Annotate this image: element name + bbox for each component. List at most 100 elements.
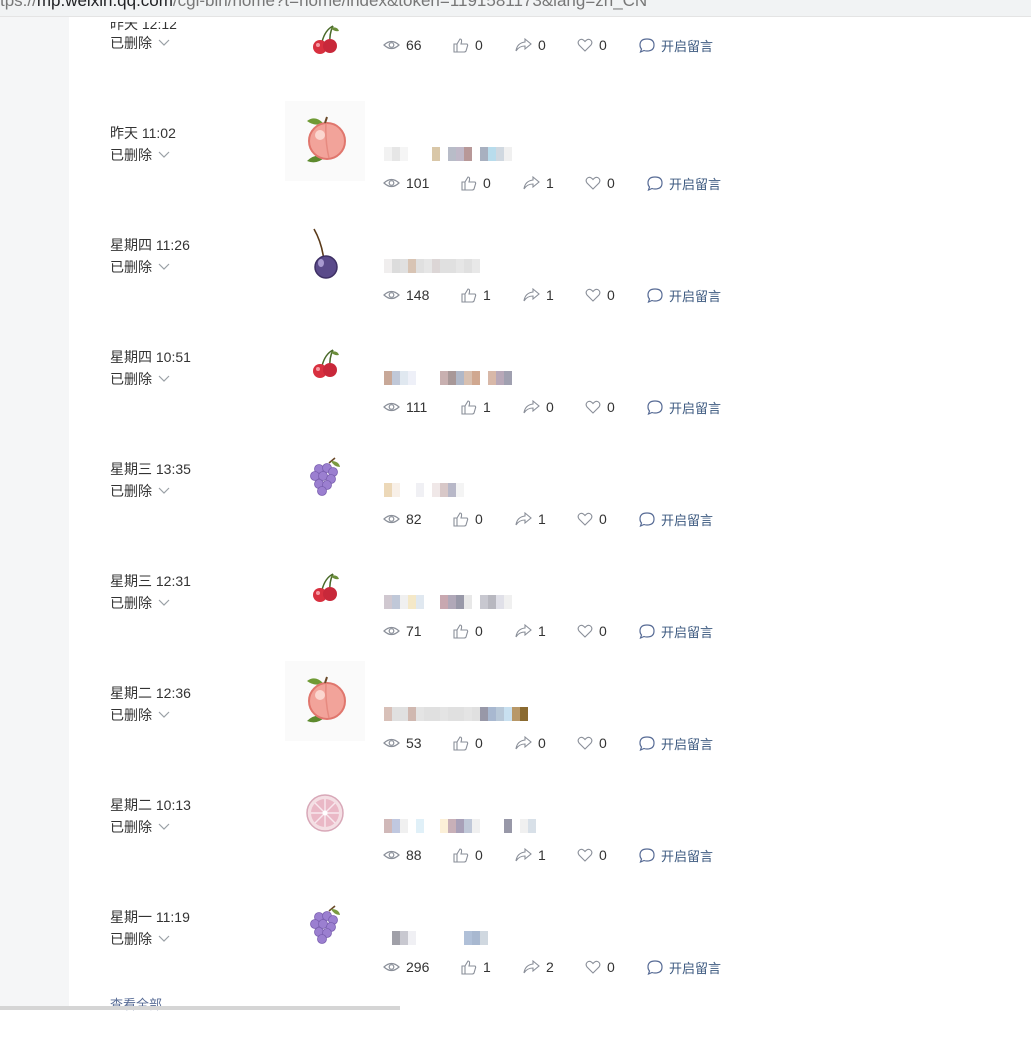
enable-comments-link[interactable]: 开启留言 (639, 846, 713, 865)
enable-comments-link[interactable]: 开启留言 (639, 734, 713, 753)
status-dropdown[interactable]: 已删除 (110, 33, 170, 53)
enable-comments-label: 开启留言 (661, 512, 714, 528)
heart-icon (577, 624, 593, 638)
favorites-count: 0 (599, 847, 607, 863)
enable-comments-label: 开启留言 (661, 848, 714, 864)
shares-stat: 0 (515, 37, 577, 53)
likes-stat: 0 (453, 623, 515, 639)
favorites-count: 0 (607, 399, 615, 415)
views-count: 88 (406, 847, 422, 863)
thumbs-up-icon (461, 175, 477, 191)
horizontal-scrollbar[interactable] (0, 1006, 400, 1010)
list-item: 星期四 10:51 已删除 111 1 0 0 开启留言 (69, 349, 1031, 495)
article-title-redacted[interactable] (384, 371, 512, 385)
status-label: 已删除 (110, 931, 152, 947)
enable-comments-link[interactable]: 开启留言 (639, 36, 713, 55)
views-count: 53 (406, 735, 422, 751)
list-item: 星期二 12:36 已删除 53 0 0 0 开启留言 (69, 661, 1031, 831)
article-title-redacted[interactable] (384, 259, 480, 273)
status-dropdown[interactable]: 已删除 (110, 369, 170, 389)
article-title-redacted[interactable] (384, 483, 464, 497)
chevron-down-icon (158, 151, 170, 158)
enable-comments-link[interactable]: 开启留言 (639, 510, 713, 529)
enable-comments-link[interactable]: 开启留言 (647, 958, 721, 977)
likes-count: 1 (483, 399, 491, 415)
heart-icon (585, 960, 601, 974)
enable-comments-label: 开启留言 (661, 624, 714, 640)
list-item: 昨天 11:02 已删除 101 0 1 0 开启留言 (69, 101, 1031, 271)
article-title-redacted[interactable] (384, 931, 488, 945)
article-thumbnail[interactable] (285, 213, 365, 293)
article-title-redacted[interactable] (384, 819, 536, 833)
status-dropdown[interactable]: 已删除 (110, 593, 170, 613)
favorites-stat: 0 (577, 511, 639, 527)
comment-icon (647, 399, 663, 415)
comment-icon (639, 735, 655, 751)
enable-comments-label: 开启留言 (669, 960, 722, 976)
favorites-stat: 0 (577, 735, 639, 751)
status-dropdown[interactable]: 已删除 (110, 257, 170, 277)
eye-icon (383, 402, 400, 412)
list-item: 星期二 10:13 已删除 88 0 1 0 开启留言 (69, 794, 1031, 943)
list-item: 星期三 13:35 已删除 82 0 1 0 开启留言 (69, 457, 1031, 607)
favorites-stat: 0 (585, 287, 647, 303)
article-title-redacted[interactable] (384, 595, 512, 609)
status-dropdown[interactable]: 已删除 (110, 817, 170, 837)
views-stat: 88 (383, 847, 453, 863)
article-stats: 296 1 2 0 开启留言 (383, 957, 721, 977)
thumbs-up-icon (453, 623, 469, 639)
article-thumbnail[interactable] (285, 325, 365, 405)
article-title-redacted[interactable] (384, 147, 512, 161)
article-thumbnail[interactable] (285, 1, 365, 81)
enable-comments-label: 开启留言 (669, 400, 722, 416)
shares-count: 0 (538, 735, 546, 751)
status-dropdown[interactable]: 已删除 (110, 481, 170, 501)
eye-icon (383, 514, 400, 524)
enable-comments-link[interactable]: 开启留言 (639, 622, 713, 641)
view-all-link[interactable]: 查看全部 (110, 994, 162, 1013)
enable-comments-label: 开启留言 (661, 736, 714, 752)
article-stats: 111 1 0 0 开启留言 (383, 397, 721, 417)
thumbs-up-icon (453, 735, 469, 751)
article-thumbnail[interactable] (285, 773, 365, 853)
status-label: 已删除 (110, 819, 152, 835)
article-stats: 88 0 1 0 开启留言 (383, 845, 713, 865)
share-icon (515, 736, 532, 750)
enable-comments-label: 开启留言 (661, 38, 714, 54)
likes-stat: 0 (461, 175, 523, 191)
enable-comments-link[interactable]: 开启留言 (647, 286, 721, 305)
shares-stat: 0 (523, 399, 585, 415)
article-thumbnail[interactable] (285, 549, 365, 629)
shares-stat: 1 (515, 511, 577, 527)
article-thumbnail[interactable] (285, 101, 365, 181)
favorites-stat: 0 (585, 399, 647, 415)
article-thumbnail[interactable] (285, 885, 365, 965)
status-dropdown[interactable]: 已删除 (110, 145, 170, 165)
heart-icon (577, 736, 593, 750)
article-title-redacted[interactable] (384, 707, 528, 721)
article-list: 昨天 12:12 已删除 66 0 0 0 开启留言 昨天 11:02 已删除 … (0, 0, 1031, 1010)
shares-count: 2 (546, 959, 554, 975)
article-thumbnail[interactable] (285, 437, 365, 517)
views-stat: 53 (383, 735, 453, 751)
article-stats: 101 0 1 0 开启留言 (383, 173, 721, 193)
enable-comments-link[interactable]: 开启留言 (647, 174, 721, 193)
peach-icon (307, 116, 346, 163)
status-dropdown[interactable]: 已删除 (110, 705, 170, 725)
article-stats: 148 1 1 0 开启留言 (383, 285, 721, 305)
list-item: 星期一 11:19 已删除 296 1 2 0 开启留言 (69, 905, 1031, 1055)
status-label: 已删除 (110, 259, 152, 275)
share-icon (523, 288, 540, 302)
chevron-down-icon (158, 263, 170, 270)
publish-time: 昨天 12:12 (110, 16, 177, 32)
cherry-icon (313, 573, 339, 602)
likes-stat: 0 (453, 847, 515, 863)
share-icon (515, 512, 532, 526)
chevron-down-icon (158, 375, 170, 382)
publish-time: 星期四 10:51 (110, 349, 191, 365)
status-dropdown[interactable]: 已删除 (110, 929, 170, 949)
views-stat: 111 (383, 399, 461, 415)
article-stats: 66 0 0 0 开启留言 (383, 35, 713, 55)
enable-comments-link[interactable]: 开启留言 (647, 398, 721, 417)
article-thumbnail[interactable] (285, 661, 365, 741)
